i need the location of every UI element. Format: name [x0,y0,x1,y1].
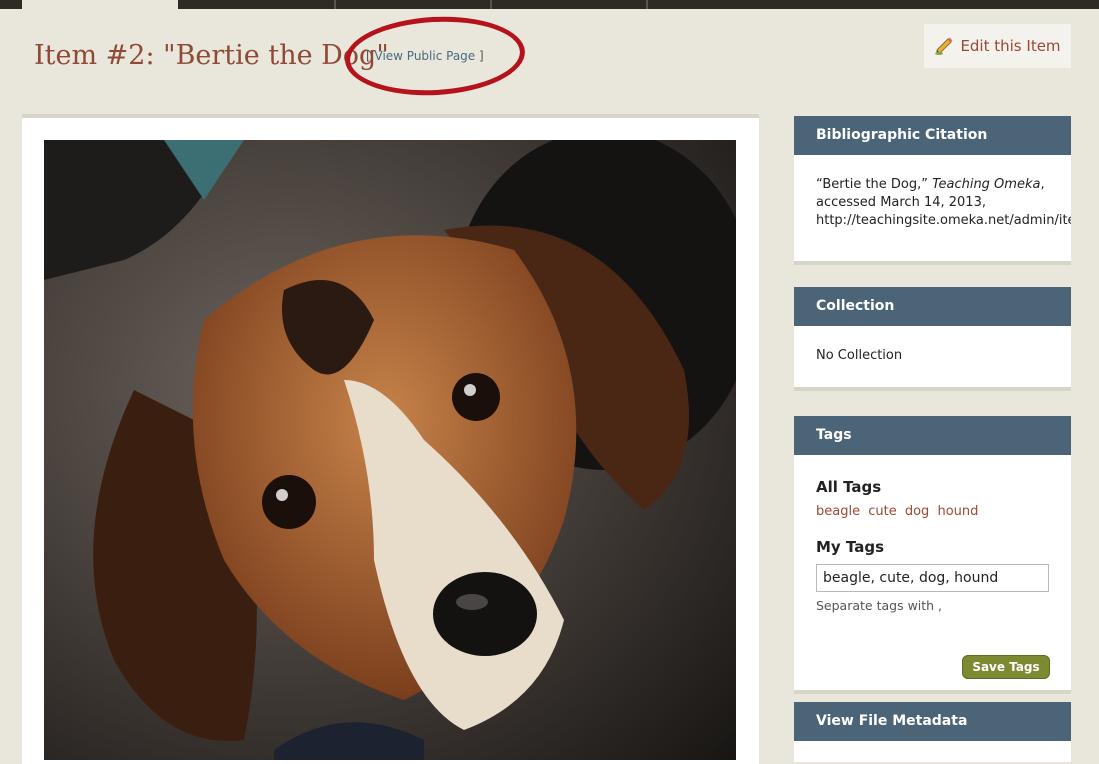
item-image-panel [22,114,759,764]
collection-panel: Collection No Collection [794,287,1071,391]
citation-quote-close: ” [921,177,933,192]
tag-link[interactable]: dog [905,504,929,519]
tag-link[interactable]: cute [868,504,896,519]
tags-body: All Tags beagle cute dog hound My Tags S… [794,455,1071,615]
tab-divider [490,0,492,9]
tag-link[interactable]: beagle [816,504,860,519]
edit-item-label: Edit this Item [960,37,1061,55]
file-metadata-panel-header[interactable]: View File Metadata [794,702,1071,741]
my-tags-input[interactable] [816,564,1049,592]
citation-panel-header: Bibliographic Citation [794,116,1071,155]
pencil-icon [935,37,953,55]
tag-link[interactable]: hound [937,504,978,519]
edit-item-button[interactable]: Edit this Item [924,24,1071,68]
item-photo[interactable] [44,140,736,760]
view-public-page-wrapper: [ View Public Page ] [366,49,484,63]
all-tags-list: beagle cute dog hound [816,503,1071,521]
citation-site-name: Teaching Omeka [932,177,1041,192]
citation-item-name: Bertie the Dog, [822,177,922,192]
view-public-page-link[interactable]: View Public Page [375,49,476,63]
save-tags-button[interactable]: Save Tags [962,655,1050,679]
tags-panel: Tags All Tags beagle cute dog hound My T… [794,416,1071,694]
citation-body: “Bertie the Dog,” Teaching Omeka, access… [794,155,1071,230]
citation-separator: , [1040,177,1045,192]
top-tab-bar [0,0,1099,9]
beagle-photo-illustration [44,140,736,760]
all-tags-label: All Tags [816,478,882,496]
citation-line-1: “Bertie the Dog,” Teaching Omeka, [816,176,1071,194]
file-metadata-panel: View File Metadata [794,702,1071,762]
citation-accessed: accessed March 14, 2013, [816,195,986,210]
my-tags-label: My Tags [816,538,885,556]
page-title: Item #2: "Bertie the Dog" [34,40,389,71]
citation-panel: Bibliographic Citation “Bertie the Dog,”… [794,116,1071,265]
tags-hint: Separate tags with , [816,598,943,613]
tags-panel-header: Tags [794,416,1071,455]
citation-url: http://teachingsite.omeka.net/admin/item… [816,213,1071,228]
tab-divider [334,0,336,9]
collection-value: No Collection [816,348,903,363]
active-tab[interactable] [22,0,178,9]
tab-divider [646,0,648,9]
collection-panel-header: Collection [794,287,1071,326]
